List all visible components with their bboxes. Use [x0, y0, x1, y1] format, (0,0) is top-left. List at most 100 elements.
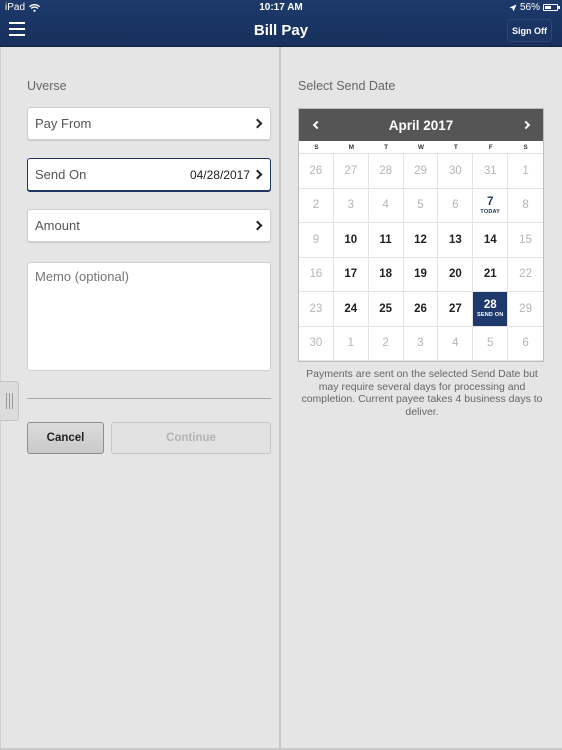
calendar-day: 5	[403, 188, 439, 223]
weekday-label: T	[384, 144, 389, 151]
day-number: 10	[344, 233, 358, 246]
chevron-right-icon	[252, 220, 263, 231]
day-number: 2	[382, 337, 389, 350]
calendar-day: 16	[299, 257, 334, 292]
calendar-day: 3	[403, 326, 439, 361]
day-number: 7	[487, 195, 494, 208]
calendar-day[interactable]: 25	[368, 292, 404, 327]
weekday-label: F	[488, 144, 493, 151]
calendar-day: 1	[508, 154, 543, 189]
calendar-day[interactable]: 26	[403, 292, 439, 327]
calendar-day: 28	[368, 154, 404, 189]
calendar-day: 4	[368, 188, 404, 223]
calendar-day: 5	[473, 326, 509, 361]
weekday-header: SMTWTFS	[299, 141, 543, 154]
day-number: 16	[309, 268, 323, 281]
day-number: 4	[452, 337, 459, 350]
calendar-day: 1	[333, 326, 369, 361]
weekday-label: S	[523, 144, 528, 151]
calendar-day[interactable]: 27	[438, 292, 474, 327]
day-number: 25	[379, 302, 393, 315]
day-number: 21	[483, 268, 497, 281]
panel-drag-handle[interactable]	[0, 381, 19, 421]
calendar-day: 30	[299, 326, 334, 361]
calendar-day: 27	[333, 154, 369, 189]
calendar-day-selected[interactable]: 28 SEND ON	[473, 292, 509, 327]
divider	[27, 398, 271, 399]
day-number: 30	[448, 164, 462, 177]
chevron-right-icon	[252, 118, 263, 129]
calendar-day[interactable]: 19	[403, 257, 439, 292]
calendar-day[interactable]: 12	[403, 223, 439, 258]
calendar-day[interactable]: 17	[333, 257, 369, 292]
page-title: Bill Pay	[253, 22, 309, 39]
payee-name: Uverse	[27, 79, 67, 93]
day-sublabel: TODAY	[480, 208, 501, 215]
calendar-day[interactable]: 14	[473, 223, 509, 258]
calendar-day: 8	[508, 189, 543, 223]
calendar-day[interactable]: 13	[438, 223, 474, 258]
day-number: 22	[519, 268, 532, 281]
day-number: 29	[519, 302, 532, 315]
calendar-day[interactable]: 24	[333, 292, 369, 327]
day-number: 2	[312, 199, 320, 212]
calendar-day[interactable]: 11	[368, 223, 404, 258]
calendar-day[interactable]: 21	[473, 257, 509, 292]
payment-form-panel: Uverse Pay From Send On 04/28/2017 Amoun…	[0, 47, 281, 750]
day-number: 3	[347, 199, 354, 212]
continue-button[interactable]: Continue	[111, 422, 271, 454]
status-bar: iPad 10:17 AM 56%	[0, 0, 562, 15]
chevron-right-icon	[252, 169, 263, 180]
day-number: 8	[522, 199, 529, 212]
day-number: 1	[522, 164, 529, 177]
day-number: 19	[414, 268, 427, 281]
day-number: 4	[382, 199, 389, 212]
calendar-day: 22	[508, 258, 543, 292]
pay-from-field[interactable]: Pay From	[27, 107, 271, 140]
calendar-day-today[interactable]: 7 TODAY	[473, 188, 509, 223]
chevron-right-icon	[521, 120, 530, 130]
day-number: 9	[312, 233, 320, 246]
cancel-button[interactable]: Cancel	[27, 422, 104, 454]
calendar: April 2017 SMTWTFS 26 27 28 29 30 31 1 2 3 4 5 6 7 TO…	[298, 108, 544, 362]
previous-month-button[interactable]	[307, 117, 323, 133]
send-on-field[interactable]: Send On 04/28/2017	[27, 158, 271, 191]
weekday-label: W	[417, 144, 425, 151]
day-number: 26	[309, 164, 323, 177]
day-number: 5	[417, 199, 424, 212]
calendar-day: 31	[473, 154, 509, 189]
day-number: 15	[519, 233, 532, 246]
day-number: 14	[483, 233, 497, 246]
calendar-day: 6	[438, 188, 474, 223]
day-number: 12	[414, 233, 427, 246]
calendar-day[interactable]: 20	[438, 257, 474, 292]
weekday-label: T	[453, 144, 458, 151]
calendar-day: 29	[403, 154, 439, 189]
send-date-panel: Select Send Date April 2017 SMTWTFS 26 27…	[283, 47, 562, 750]
amount-label: Amount	[35, 218, 80, 233]
next-month-button[interactable]	[519, 117, 535, 133]
calendar-day[interactable]: 10	[333, 223, 369, 258]
day-number: 3	[417, 337, 424, 350]
calendar-day[interactable]: 18	[368, 257, 404, 292]
memo-input[interactable]	[27, 262, 271, 371]
calendar-day: 15	[508, 223, 543, 258]
day-number: 1	[347, 337, 354, 350]
location-icon	[509, 4, 517, 11]
calendar-grid: 26 27 28 29 30 31 1 2 3 4 5 6 7 TODAY 8 9 10 11 12 13 14 15 16…	[299, 154, 543, 361]
delivery-note: Payments are sent on the selected Send D…	[301, 368, 543, 418]
day-number: 18	[379, 268, 393, 281]
clock: 10:17 AM	[259, 2, 303, 13]
calendar-day: 6	[508, 327, 543, 361]
calendar-day: 29	[508, 292, 543, 327]
weekday-label: M	[348, 144, 354, 151]
calendar-day: 2	[299, 188, 334, 223]
chevron-left-icon	[312, 120, 321, 130]
sign-off-button[interactable]: Sign Off	[507, 19, 552, 42]
day-number: 30	[309, 337, 323, 350]
day-number: 6	[452, 199, 459, 212]
amount-field[interactable]: Amount	[27, 209, 271, 242]
battery-percent: 56%	[519, 2, 540, 13]
day-number: 26	[414, 302, 427, 315]
calendar-day: 23	[299, 292, 334, 327]
